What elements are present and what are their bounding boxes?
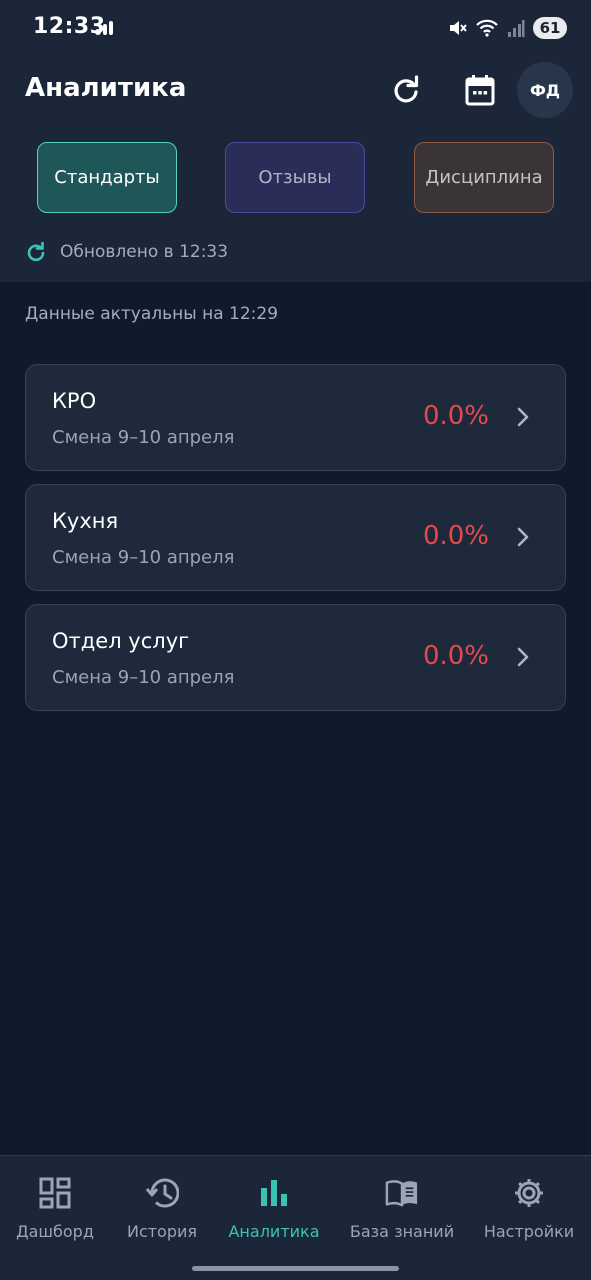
- calendar-icon: [465, 75, 495, 106]
- data-actual-note: Данные актуальны на 12:29: [25, 304, 279, 324]
- chevron-right-icon: [517, 527, 529, 547]
- nav-label: Настройки: [483, 1222, 575, 1241]
- card-title: Кухня: [52, 509, 119, 533]
- nav-item-knowledge-base[interactable]: База знаний: [342, 1176, 462, 1241]
- card-subtitle: Смена 9–10 апреля: [52, 547, 235, 568]
- nav-item-history[interactable]: История: [102, 1176, 222, 1241]
- card-value: 0.0%: [422, 401, 489, 431]
- list-item[interactable]: Отдел услуг Смена 9–10 апреля 0.0%: [25, 604, 566, 711]
- gear-icon: [512, 1176, 546, 1210]
- page-title: Аналитика: [25, 73, 187, 103]
- book-icon: [385, 1176, 419, 1210]
- card-subtitle: Смена 9–10 апреля: [52, 667, 235, 688]
- card-title: КРО: [52, 389, 97, 413]
- avatar[interactable]: ФД: [517, 62, 573, 118]
- status-icons: 61: [447, 15, 567, 41]
- refresh-button[interactable]: [384, 68, 428, 112]
- list-item[interactable]: КРО Смена 9–10 апреля 0.0%: [25, 364, 566, 471]
- bottom-nav: Дашборд История Аналитика База знаний На…: [0, 1155, 591, 1280]
- updated-status: Обновлено в 12:33: [26, 242, 228, 262]
- top-panel: 12:33 61 Аналитика ФД Стандарты Отзывы Д…: [0, 0, 591, 282]
- refresh-icon: [394, 75, 419, 103]
- tab-standards[interactable]: Стандарты: [37, 142, 177, 213]
- home-indicator[interactable]: [192, 1266, 399, 1271]
- battery-indicator: 61: [533, 17, 567, 39]
- card-value: 0.0%: [422, 521, 489, 551]
- nav-item-dashboard[interactable]: Дашборд: [0, 1176, 115, 1241]
- signal-icon: [508, 20, 525, 37]
- nav-item-analytics[interactable]: Аналитика: [214, 1176, 334, 1241]
- bar-chart-icon: [257, 1176, 291, 1210]
- nav-label: Дашборд: [16, 1222, 94, 1241]
- calendar-button[interactable]: [458, 68, 502, 112]
- history-icon: [145, 1176, 179, 1210]
- mute-icon: [450, 21, 467, 35]
- nav-label: Аналитика: [228, 1222, 320, 1241]
- wifi-icon: [476, 19, 498, 37]
- tab-reviews[interactable]: Отзывы: [225, 142, 365, 213]
- nav-label: История: [126, 1222, 198, 1241]
- list-item[interactable]: Кухня Смена 9–10 апреля 0.0%: [25, 484, 566, 591]
- card-title: Отдел услуг: [52, 629, 190, 653]
- card-value: 0.0%: [422, 641, 489, 671]
- nav-item-settings[interactable]: Настройки: [469, 1176, 589, 1241]
- card-subtitle: Смена 9–10 апреля: [52, 427, 235, 448]
- sync-icon: [27, 242, 45, 262]
- chevron-right-icon: [517, 407, 529, 427]
- chevron-right-icon: [517, 647, 529, 667]
- nav-label: База знаний: [349, 1222, 455, 1241]
- dashboard-icon: [38, 1176, 72, 1210]
- updated-text: Обновлено в 12:33: [60, 242, 229, 262]
- status-bar: 12:33 61: [0, 0, 591, 56]
- tab-discipline[interactable]: Дисциплина: [414, 142, 554, 213]
- notification-dots-icon: [95, 21, 113, 35]
